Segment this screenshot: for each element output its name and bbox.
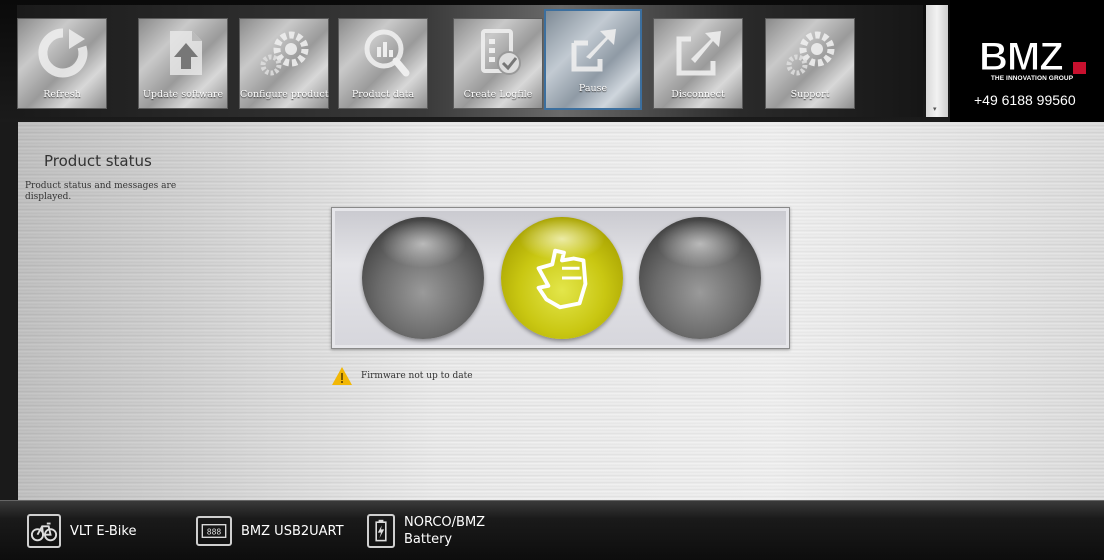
disconnect-label: Disconnect <box>671 89 725 100</box>
page-title: Product status <box>44 152 152 170</box>
bmz-logo: BMZ <box>979 36 1086 76</box>
status-message-text: Firmware not up to date <box>361 371 473 381</box>
status-message: Firmware not up to date <box>331 366 473 386</box>
update-software-label: Update software <box>142 89 224 100</box>
document-upload-icon <box>170 31 202 75</box>
gears-icon <box>260 31 309 76</box>
device-label-line2: Battery <box>404 532 453 547</box>
page-description: Product status and messages are displaye… <box>25 181 177 202</box>
toolbar-background: Refresh Update software Configure produc… <box>17 5 923 117</box>
gears-icon <box>786 31 835 76</box>
status-lamp-middle <box>501 217 623 339</box>
phone-number: +49 6188 99560 <box>974 92 1076 108</box>
create-logfile-button[interactable]: Create Logfile <box>453 18 543 109</box>
refresh-icon <box>38 28 88 78</box>
device-label: NORCO/BMZ Battery <box>404 514 485 548</box>
warning-icon <box>332 367 352 385</box>
device-label: BMZ USB2UART <box>241 523 344 539</box>
product-data-label: Product data <box>351 89 415 100</box>
device-usb2uart[interactable]: 888 BMZ USB2UART <box>196 511 344 551</box>
status-lamp-right <box>639 217 761 339</box>
battery-icon <box>367 514 395 548</box>
refresh-label: Refresh <box>43 89 81 100</box>
device-bar: VLT E-Bike 888 BMZ USB2UART NORCO/BMZ Ba… <box>0 500 1104 560</box>
device-battery[interactable]: NORCO/BMZ Battery <box>367 511 485 551</box>
hand-stop-icon <box>536 248 588 310</box>
scroll-grip-icon[interactable]: ▾ <box>933 105 941 113</box>
configure-product-label: Configure product <box>240 89 329 100</box>
support-label: Support <box>790 89 830 100</box>
disconnect-button[interactable]: Disconnect <box>653 18 743 109</box>
configure-product-button[interactable]: Configure product <box>239 18 329 109</box>
svg-text:BMZ: BMZ <box>979 36 1063 76</box>
create-logfile-label: Create Logfile <box>463 89 533 100</box>
brand-area: BMZ THE INNOVATION GROUP +49 6188 99560 <box>950 0 1104 122</box>
update-software-button[interactable]: Update software <box>138 18 228 109</box>
toolbar-scrollbar[interactable]: ▾ <box>926 5 948 117</box>
pause-label: Pause <box>578 83 608 94</box>
pause-arrow-icon <box>571 29 616 72</box>
display-888-icon: 888 <box>196 516 232 546</box>
status-lamp-left <box>362 217 484 339</box>
magnifier-chart-icon <box>364 29 410 77</box>
pause-button[interactable]: Pause <box>544 9 642 110</box>
svg-text:888: 888 <box>207 527 222 537</box>
device-vlt-ebike[interactable]: VLT E-Bike <box>27 511 136 551</box>
product-data-button[interactable]: Product data <box>338 18 428 109</box>
disconnect-icon <box>676 31 721 76</box>
logo-tagline: THE INNOVATION GROUP <box>990 75 1074 82</box>
device-label: VLT E-Bike <box>70 523 137 539</box>
device-label-line1: NORCO/BMZ <box>404 515 486 530</box>
bicycle-icon <box>27 514 61 548</box>
traffic-light-panel <box>331 207 790 349</box>
main-content: Product status Product status and messag… <box>0 122 1104 500</box>
refresh-button[interactable]: Refresh <box>17 18 107 109</box>
support-button[interactable]: Support <box>765 18 855 109</box>
left-edge <box>0 122 18 500</box>
toolbar: Refresh Update software Configure produc… <box>0 0 1104 122</box>
logfile-icon <box>481 29 521 75</box>
